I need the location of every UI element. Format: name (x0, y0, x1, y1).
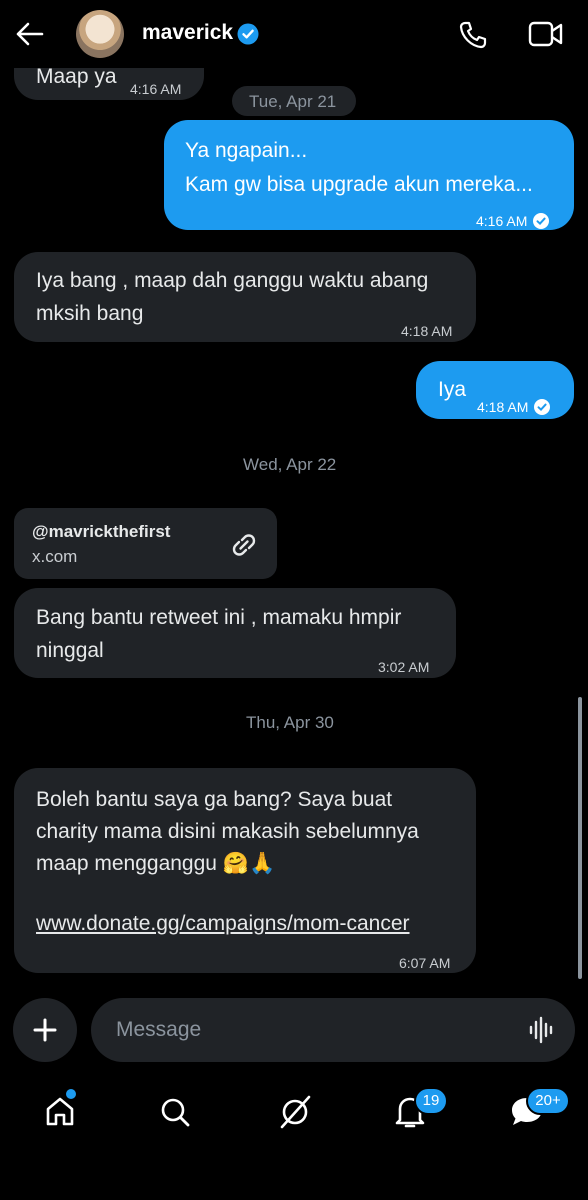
message-time-row: 4:18 AM (477, 390, 551, 424)
link-icon (232, 534, 256, 556)
message-text-line: ninggal (36, 639, 104, 662)
message-text-line: maap mengganggu 🤗🙏 (36, 852, 276, 875)
message-time: 6:07 AM (399, 955, 451, 971)
message-time: 3:02 AM (378, 659, 430, 675)
home-icon[interactable] (44, 1096, 76, 1128)
message-text-line: charity mama disini makasih sebelumnya (36, 820, 419, 843)
message-time: 4:16 AM (130, 81, 182, 97)
link-preview-card[interactable]: @mavrickthefirst x.com (14, 508, 277, 579)
message-text-line: Bang bantu retweet ini , mamaku hmpir (36, 606, 402, 629)
contact-name[interactable]: maverick (142, 21, 233, 45)
video-icon[interactable] (528, 20, 564, 48)
message-time: 4:18 AM (401, 323, 453, 339)
link-handle: @mavrickthefirst (32, 522, 171, 541)
message-text-line: Iya bang , maap dah ganggu waktu abang (36, 269, 429, 292)
notifications-badge: 19 (414, 1087, 448, 1115)
avatar[interactable] (76, 10, 124, 58)
message-bubble-incoming[interactable]: Bang bantu retweet ini , mamaku hmpir ni… (14, 588, 456, 678)
message-text-line: Ya ngapain... (185, 139, 308, 162)
conversation-header: maverick (0, 0, 588, 68)
message-bubble-incoming[interactable]: Boleh bantu saya ga bang? Saya buat char… (14, 768, 476, 973)
message-text-line: Boleh bantu saya ga bang? Saya buat (36, 788, 393, 811)
message-text-line: Kam gw bisa upgrade akun mereka... (185, 173, 533, 196)
plus-icon (33, 1018, 57, 1042)
add-attachment-button[interactable] (13, 998, 77, 1062)
link-domain: x.com (32, 547, 78, 566)
message-input-placeholder: Message (116, 1018, 202, 1041)
messages-badge: 20+ (526, 1087, 570, 1115)
date-label: Thu, Apr 30 (246, 713, 334, 732)
home-notification-dot (66, 1089, 76, 1099)
grok-icon[interactable] (278, 1094, 312, 1130)
date-label: Wed, Apr 22 (243, 455, 337, 474)
message-text-line: mksih bang (36, 302, 144, 325)
verified-badge-icon (237, 23, 259, 45)
read-check-icon (533, 213, 550, 229)
date-separator: Tue, Apr 21 (232, 86, 356, 116)
message-text: Iya (438, 378, 467, 401)
message-bubble-outgoing[interactable]: Iya 4:18 AM (416, 361, 574, 419)
message-time: 4:16 AM (476, 213, 528, 229)
search-icon[interactable] (159, 1096, 191, 1128)
date-label: Tue, Apr 21 (249, 92, 337, 111)
message-bubble-outgoing[interactable]: Ya ngapain... Kam gw bisa upgrade akun m… (164, 120, 574, 230)
scrollbar[interactable] (578, 697, 582, 979)
message-time: 4:18 AM (477, 399, 529, 415)
campaign-link[interactable]: www.donate.gg/campaigns/mom-cancer (36, 907, 410, 941)
voice-message-icon[interactable] (528, 1016, 556, 1044)
message-bubble-incoming[interactable]: Iya bang , maap dah ganggu waktu abang m… (14, 252, 476, 342)
phone-icon[interactable] (458, 20, 488, 50)
arrow-left-icon[interactable] (16, 22, 44, 46)
message-time-row: 4:16 AM (476, 204, 550, 238)
bottom-navigation: 19 20+ (0, 1078, 588, 1200)
read-check-icon (534, 399, 551, 415)
